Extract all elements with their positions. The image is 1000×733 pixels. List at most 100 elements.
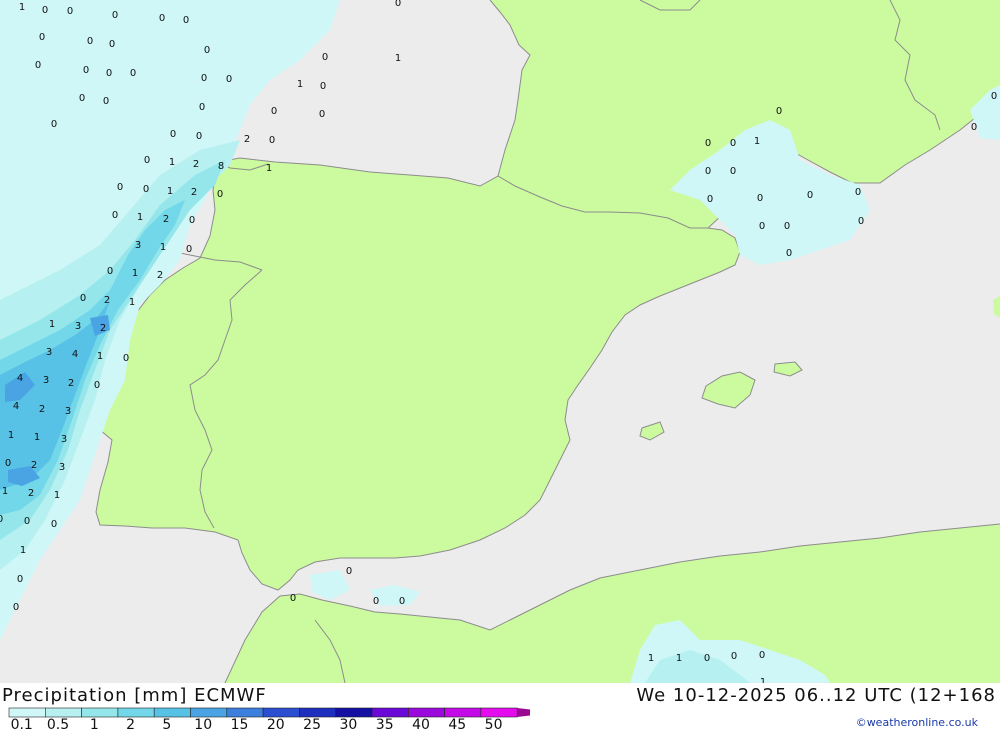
- precip-value-label: 1: [54, 490, 60, 501]
- precip-value-label: 0: [51, 119, 57, 130]
- precip-value-label: 0: [730, 166, 736, 177]
- color-scale-label: 0.5: [46, 717, 70, 733]
- precip-value-label: 0: [271, 106, 277, 117]
- precip-value-label: 0: [784, 221, 790, 232]
- precip-value-label: 0: [226, 74, 232, 85]
- map-datetime: We 10-12-2025 06..12 UTC (12+168: [636, 685, 996, 706]
- precip-value-label: 0: [757, 193, 763, 204]
- precip-value-label: 2: [100, 323, 106, 334]
- legend-footer: Precipitation [mm] ECMWF We 10-12-2025 0…: [0, 683, 1000, 733]
- precip-value-label: 1: [97, 351, 103, 362]
- credit-link[interactable]: ©weatheronline.co.uk: [856, 716, 978, 729]
- precip-value-label: 2: [163, 214, 169, 225]
- precip-value-label: 2: [28, 488, 34, 499]
- color-scale-label: 0.1: [10, 717, 33, 733]
- precip-value-label: 3: [46, 347, 52, 358]
- precip-value-label: 0: [144, 155, 150, 166]
- precip-value-label: 0: [183, 15, 189, 26]
- color-scale-label: 25: [303, 717, 322, 733]
- precip-value-label: 1: [676, 653, 682, 664]
- precip-value-label: 0: [109, 39, 115, 50]
- precip-value-label: 1: [49, 319, 55, 330]
- precip-value-label: 1: [169, 157, 175, 168]
- color-scale-swatch: [262, 707, 300, 718]
- precip-value-label: 0: [991, 91, 997, 102]
- precip-value-label: 0: [730, 138, 736, 149]
- precip-value-label: 3: [135, 240, 141, 251]
- precip-value-label: 0: [112, 210, 118, 221]
- precip-value-label: 0: [170, 129, 176, 140]
- precip-value-label: 2: [31, 460, 37, 471]
- precip-value-label: 0: [80, 293, 86, 304]
- precip-value-label: 0: [24, 516, 30, 527]
- precip-value-label: 0: [786, 248, 792, 259]
- precip-value-label: 2: [104, 295, 110, 306]
- precip-value-label: 1: [19, 2, 25, 13]
- precip-value-label: 0: [201, 73, 207, 84]
- color-scale-swatch: [81, 707, 119, 718]
- precip-value-label: 0: [971, 122, 977, 133]
- precip-value-label: 0: [759, 650, 765, 661]
- precip-value-label: 2: [193, 159, 199, 170]
- precip-value-label: 0: [79, 93, 85, 104]
- precip-value-label: 0: [204, 45, 210, 56]
- precipitation-map[interactable]: 1 0 0 0 0 0 0 0 0 0 0 0 0 0 0 0 0 1 0 1 0 0 0 0 0 0 0 0 0 2 0 0 1 2 8 1 0 0 1 2…: [0, 0, 1000, 683]
- precip-value-label: 1: [137, 212, 143, 223]
- precip-value-label: 3: [61, 434, 67, 445]
- precip-value-label: 0: [705, 166, 711, 177]
- precip-value-label: 0: [217, 189, 223, 200]
- color-scale-label: 2: [126, 717, 136, 733]
- precip-value-label: 1: [648, 653, 654, 664]
- precip-value-label: 0: [106, 68, 112, 79]
- precip-value-label: 3: [43, 375, 49, 386]
- precip-value-label: 0: [5, 458, 11, 469]
- precip-value-label: 0: [123, 353, 129, 364]
- precip-value-label: 2: [39, 404, 45, 415]
- precip-value-label: 0: [35, 60, 41, 71]
- map-title: Precipitation [mm] ECMWF: [2, 685, 267, 706]
- precip-value-label: 0: [143, 184, 149, 195]
- precip-value-label: 0: [186, 244, 192, 255]
- color-scale-label: 30: [339, 717, 358, 733]
- precip-value-label: 1: [297, 79, 303, 90]
- color-scale-swatch: [117, 707, 155, 718]
- color-scale-swatch: [335, 707, 373, 718]
- precip-value-label: 0: [94, 380, 100, 391]
- precip-value-label: 0: [855, 187, 861, 198]
- precip-value-label: 1: [160, 242, 166, 253]
- precip-value-label: 0: [87, 36, 93, 47]
- color-scale-swatch: [8, 707, 46, 718]
- precip-value-label: 4: [17, 373, 23, 384]
- precip-value-label: 0: [290, 593, 296, 604]
- precip-value-label: 0: [731, 651, 737, 662]
- precip-value-label: 0: [346, 566, 352, 577]
- precip-value-label: 0: [0, 514, 3, 525]
- precip-value-label: 0: [17, 574, 23, 585]
- precip-value-label: 1: [754, 136, 760, 147]
- precip-value-label: 1: [20, 545, 26, 556]
- precip-value-label: 4: [72, 349, 78, 360]
- precip-value-label: 1: [132, 268, 138, 279]
- precip-value-label: 0: [704, 653, 710, 664]
- precip-value-label: 0: [373, 596, 379, 607]
- color-scale-label: 1: [89, 717, 99, 733]
- color-scale-arrow: [517, 708, 530, 717]
- color-scale-swatch: [371, 707, 409, 718]
- precip-value-label: 0: [189, 215, 195, 226]
- precip-value-label: 3: [75, 321, 81, 332]
- precip-value-label: 1: [8, 430, 14, 441]
- map-canvas: 1 0 0 0 0 0 0 0 0 0 0 0 0 0 0 0 0 1 0 1 0 0 0 0 0 0 0 0 0 2 0 0 1 2 8 1 0 0 1 2…: [0, 0, 1000, 683]
- precip-value-label: 0: [159, 13, 165, 24]
- precip-value-label: 1: [2, 486, 8, 497]
- precip-value-label: 8: [218, 161, 224, 172]
- precip-value-label: 0: [130, 68, 136, 79]
- precip-value-label: 0: [83, 65, 89, 76]
- precip-value-label: 0: [196, 131, 202, 142]
- precip-value-label: 0: [199, 102, 205, 113]
- precip-value-label: 0: [399, 596, 405, 607]
- precip-value-label: 4: [13, 401, 19, 412]
- precip-value-label: 3: [59, 462, 65, 473]
- precip-value-label: 2: [68, 378, 74, 389]
- color-scale-swatch: [299, 707, 336, 718]
- color-scale-swatch: [226, 707, 264, 718]
